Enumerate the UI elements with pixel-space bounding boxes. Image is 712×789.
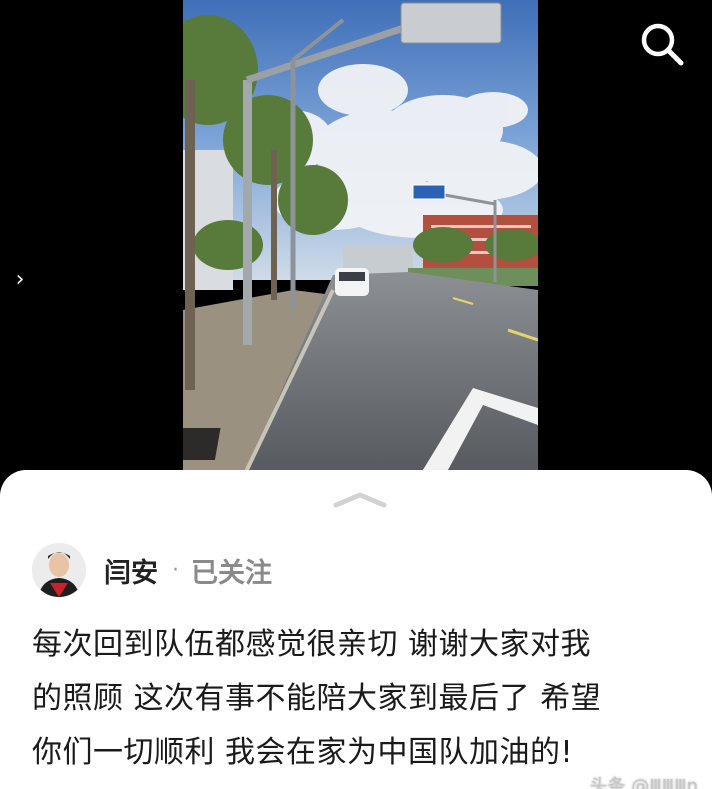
street-scene-image bbox=[183, 0, 538, 478]
screen: › 闫安 · 已关注 每次回到队伍都感觉很亲切 谢谢大家对我 的照顾 这次有事不… bbox=[0, 0, 712, 789]
watermark: 头条 @ⅢⅢⅢn bbox=[589, 776, 698, 789]
post-text: 每次回到队伍都感觉很亲切 谢谢大家对我 的照顾 这次有事不能陪大家到最后了 希望… bbox=[32, 618, 692, 780]
author-name[interactable]: 闫安 bbox=[104, 551, 158, 590]
post-media-image[interactable] bbox=[183, 0, 538, 478]
author-row: 闫安 · 已关注 bbox=[32, 542, 272, 598]
avatar-image bbox=[32, 543, 86, 597]
chevron-up-icon bbox=[333, 492, 387, 508]
post-text-line: 的照顾 这次有事不能陪大家到最后了 希望 bbox=[32, 681, 602, 716]
avatar[interactable] bbox=[32, 543, 86, 597]
follow-status-button[interactable]: 已关注 bbox=[191, 551, 272, 590]
post-text-line: 每次回到队伍都感觉很亲切 谢谢大家对我 bbox=[32, 627, 592, 662]
post-detail-sheet: 闫安 · 已关注 每次回到队伍都感觉很亲切 谢谢大家对我 的照顾 这次有事不能陪… bbox=[0, 470, 712, 789]
search-icon bbox=[641, 23, 684, 66]
separator-dot: · bbox=[172, 557, 179, 583]
search-button[interactable] bbox=[636, 18, 688, 70]
sheet-handle[interactable] bbox=[330, 488, 390, 510]
chevron-right-icon[interactable]: › bbox=[8, 264, 32, 296]
